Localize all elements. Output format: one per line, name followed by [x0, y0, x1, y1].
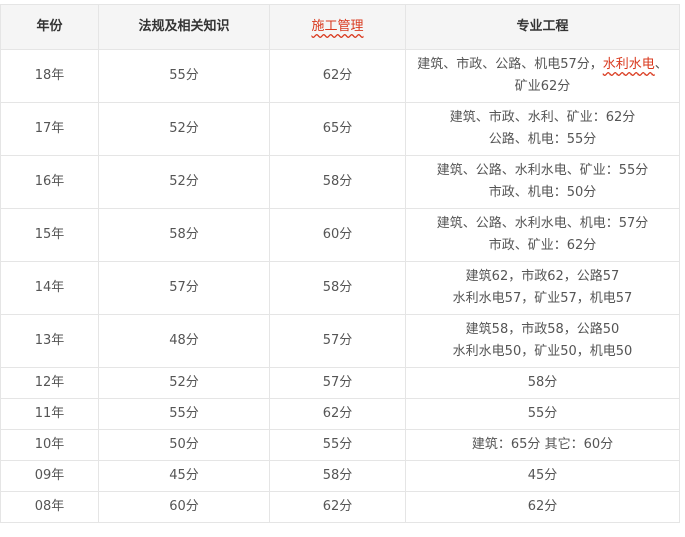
cell-mgmt: 65分: [269, 102, 406, 156]
cell-professional: 建筑：65分 其它：60分: [405, 429, 680, 461]
cell-law: 55分: [98, 49, 270, 103]
table-row: 13年 48分 57分 建筑58，市政58，公路50 水利水电50，矿业50，机…: [0, 314, 680, 368]
cell-year: 12年: [0, 367, 99, 399]
table-row: 14年 57分 58分 建筑62，市政62，公路57 水利水电57，矿业57，机…: [0, 261, 680, 315]
cell-professional: 建筑、公路、水利水电、矿业：55分 市政、机电：50分: [405, 155, 680, 209]
cell-law: 45分: [98, 460, 270, 492]
professional-line-2: 市政、机电：50分: [488, 185, 597, 200]
header-law: 法规及相关知识: [98, 4, 270, 50]
cell-year: 17年: [0, 102, 99, 156]
professional-text-tail: 、: [654, 57, 668, 72]
cell-professional: 62分: [405, 491, 680, 523]
professional-line-1: 建筑62，市政62，公路57: [465, 269, 620, 284]
cell-mgmt: 57分: [269, 314, 406, 368]
cell-year: 13年: [0, 314, 99, 368]
professional-line-2: 水利水电50，矿业50，机电50: [452, 344, 633, 359]
cell-law: 58分: [98, 208, 270, 262]
cell-mgmt: 58分: [269, 155, 406, 209]
professional-line-2: 市政、矿业：62分: [488, 238, 597, 253]
table-row: 15年 58分 60分 建筑、公路、水利水电、机电：57分 市政、矿业：62分: [0, 208, 680, 262]
cell-year: 09年: [0, 460, 99, 492]
header-mgmt: 施工管理: [269, 4, 406, 50]
table-row: 16年 52分 58分 建筑、公路、水利水电、矿业：55分 市政、机电：50分: [0, 155, 680, 209]
score-table: 年份 法规及相关知识 施工管理 专业工程 18年 55分 62分 建筑、市政、公…: [0, 4, 680, 523]
cell-mgmt: 55分: [269, 429, 406, 461]
cell-mgmt: 58分: [269, 460, 406, 492]
cell-law: 57分: [98, 261, 270, 315]
cell-mgmt: 62分: [269, 491, 406, 523]
cell-year: 10年: [0, 429, 99, 461]
cell-professional: 建筑、市政、水利、矿业：62分 公路、机电：55分: [405, 102, 680, 156]
cell-law: 50分: [98, 429, 270, 461]
professional-line-2: 矿业62分: [514, 79, 571, 94]
cell-professional: 建筑、公路、水利水电、机电：57分 市政、矿业：62分: [405, 208, 680, 262]
cell-mgmt: 57分: [269, 367, 406, 399]
cell-year: 11年: [0, 398, 99, 430]
professional-line-2: 公路、机电：55分: [488, 132, 597, 147]
cell-professional: 建筑、市政、公路、机电57分，水利水电、 矿业62分: [405, 49, 680, 103]
cell-law: 55分: [98, 398, 270, 430]
cell-mgmt: 62分: [269, 49, 406, 103]
cell-professional: 建筑62，市政62，公路57 水利水电57，矿业57，机电57: [405, 261, 680, 315]
cell-law: 60分: [98, 491, 270, 523]
header-year: 年份: [0, 4, 99, 50]
cell-year: 16年: [0, 155, 99, 209]
cell-law: 52分: [98, 155, 270, 209]
cell-professional: 45分: [405, 460, 680, 492]
professional-line-1: 建筑、市政、公路、机电57分，水利水电、: [410, 54, 675, 76]
cell-year: 15年: [0, 208, 99, 262]
professional-line-1: 建筑58，市政58，公路50: [465, 322, 620, 337]
cell-professional: 58分: [405, 367, 680, 399]
professional-text: 建筑、市政、公路、机电57分，: [417, 57, 603, 72]
table-row: 18年 55分 62分 建筑、市政、公路、机电57分，水利水电、 矿业62分: [0, 49, 680, 103]
cell-law: 52分: [98, 102, 270, 156]
cell-mgmt: 60分: [269, 208, 406, 262]
header-mgmt-label: 施工管理: [311, 19, 364, 34]
cell-year: 18年: [0, 49, 99, 103]
professional-line-1: 建筑、公路、水利水电、机电：57分: [436, 216, 649, 231]
cell-professional: 建筑58，市政58，公路50 水利水电50，矿业50，机电50: [405, 314, 680, 368]
cell-year: 08年: [0, 491, 99, 523]
table-row: 09年 45分 58分 45分: [0, 460, 680, 492]
table-row: 17年 52分 65分 建筑、市政、水利、矿业：62分 公路、机电：55分: [0, 102, 680, 156]
cell-mgmt: 58分: [269, 261, 406, 315]
table-row: 11年 55分 62分 55分: [0, 398, 680, 430]
cell-professional: 55分: [405, 398, 680, 430]
cell-law: 52分: [98, 367, 270, 399]
header-professional: 专业工程: [405, 4, 680, 50]
professional-line-2: 水利水电57，矿业57，机电57: [452, 291, 633, 306]
professional-line-1: 建筑、公路、水利水电、矿业：55分: [436, 163, 649, 178]
table-row: 10年 50分 55分 建筑：65分 其它：60分: [0, 429, 680, 461]
professional-marked-text: 水利水电: [602, 57, 655, 72]
cell-year: 14年: [0, 261, 99, 315]
table-row: 12年 52分 57分 58分: [0, 367, 680, 399]
header-row: 年份 法规及相关知识 施工管理 专业工程: [0, 4, 680, 50]
cell-mgmt: 62分: [269, 398, 406, 430]
cell-law: 48分: [98, 314, 270, 368]
professional-line-1: 建筑、市政、水利、矿业：62分: [449, 110, 636, 125]
table-row: 08年 60分 62分 62分: [0, 491, 680, 523]
